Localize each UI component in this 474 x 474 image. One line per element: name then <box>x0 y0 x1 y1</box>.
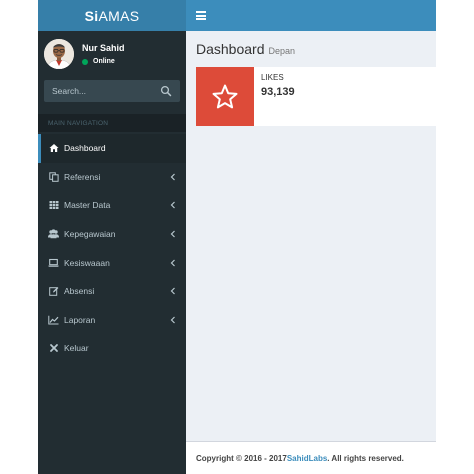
users-icon <box>48 229 59 240</box>
avatar-image <box>44 39 74 69</box>
sidebar-item-label: Laporan <box>64 314 96 325</box>
th-icon <box>48 200 59 211</box>
sidebar-item-master-data[interactable]: Master Data <box>38 191 186 220</box>
content-area: Dashboard Depan LIKES 93,139 <box>186 31 436 441</box>
home-icon <box>48 143 59 154</box>
sidebar-item-dashboard[interactable]: Dashboard <box>38 134 186 163</box>
app-window: Si AMAS Nur Sahid Online Search... MAIN … <box>38 0 436 474</box>
info-box-icon <box>196 67 254 126</box>
sidebar-item-label: Kepegawaian <box>64 229 116 240</box>
page-footer: Copyright © 2016 - 2017 SahidLabs . All … <box>186 441 436 474</box>
sidebar-item-kepegawaian[interactable]: Kepegawaian <box>38 220 186 249</box>
sidebar-item-label: Keluar <box>64 343 89 354</box>
user-status-text: Online <box>93 58 115 65</box>
sidebar-toggle-icon[interactable] <box>196 11 206 20</box>
page-title: Dashboard <box>196 41 265 57</box>
search-box <box>44 80 180 102</box>
user-panel: Nur Sahid Online <box>38 31 186 77</box>
logo-prefix: Si <box>84 7 99 24</box>
user-info: Nur Sahid Online <box>82 43 125 65</box>
sidebar: Si AMAS Nur Sahid Online Search... MAIN … <box>38 0 186 474</box>
chevron-left-icon <box>170 316 175 324</box>
user-status: Online <box>82 58 125 65</box>
chevron-left-icon <box>170 173 175 181</box>
sidebar-item-label: Dashboard <box>64 143 106 154</box>
likes-info-box: LIKES 93,139 <box>196 67 436 126</box>
online-dot-icon <box>82 58 88 65</box>
footer-link[interactable]: SahidLabs <box>287 454 327 463</box>
app-logo[interactable]: Si AMAS <box>38 0 186 31</box>
content-header: Dashboard Depan <box>196 41 295 57</box>
footer-copyright: Copyright © 2016 - 2017 <box>196 453 287 463</box>
close-icon <box>48 343 59 354</box>
chevron-left-icon <box>170 230 175 238</box>
sidebar-item-label: Master Data <box>64 200 111 211</box>
sidebar-item-kesiswaaan[interactable]: Kesiswaaan <box>38 248 186 277</box>
logo-rest: AMAS <box>98 7 140 24</box>
chevron-left-icon <box>170 202 175 209</box>
info-box-content: LIKES 93,139 <box>254 67 302 126</box>
edit-icon <box>48 286 59 297</box>
sidebar-item-label: Kesiswaaan <box>64 257 110 268</box>
sidebar-item-laporan[interactable]: Laporan <box>38 306 186 335</box>
sidebar-item-absensi[interactable]: Absensi <box>38 277 186 306</box>
chevron-left-icon <box>170 259 175 267</box>
avatar <box>44 39 74 69</box>
chevron-left-icon <box>170 287 175 295</box>
search-icon[interactable] <box>160 85 172 97</box>
page-subtitle: Depan <box>268 46 296 56</box>
info-box-number: 93,139 <box>261 86 295 98</box>
footer-rights: . All rights reserved. <box>327 453 404 463</box>
user-name: Nur Sahid <box>82 43 125 53</box>
info-box-label: LIKES <box>261 73 284 82</box>
star-icon <box>212 84 238 108</box>
sidebar-item-keluar[interactable]: Keluar <box>38 334 186 363</box>
laptop-icon <box>48 257 59 268</box>
sidebar-item-label: Absensi <box>64 286 95 297</box>
sidebar-item-label: Referensi <box>64 171 101 182</box>
sidebar-item-referensi[interactable]: Referensi <box>38 163 186 192</box>
sidebar-menu: Dashboard Referensi Master Data Kepegawa… <box>38 134 186 363</box>
copy-icon <box>48 171 59 182</box>
line-chart-icon <box>48 314 59 325</box>
nav-header: MAIN NAVIGATION <box>38 114 186 132</box>
search-input[interactable] <box>52 86 160 96</box>
top-navbar <box>186 0 436 31</box>
